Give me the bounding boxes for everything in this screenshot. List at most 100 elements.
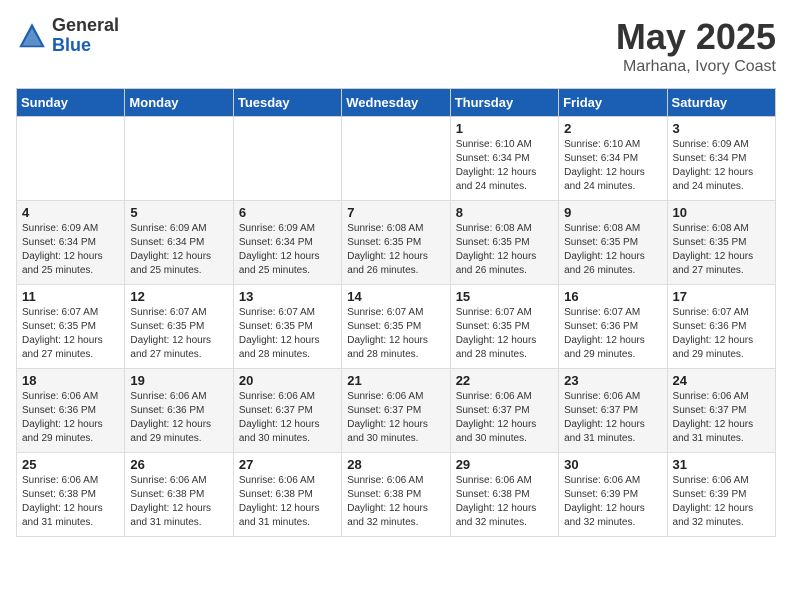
day-number: 21: [347, 373, 444, 388]
calendar-cell: 16Sunrise: 6:07 AM Sunset: 6:36 PM Dayli…: [559, 285, 667, 369]
calendar-cell: 14 Sunrise: 6:07 AM Sunset: 6:35 PM Dayli…: [342, 285, 450, 369]
day-info: Sunrise: 6:07 AM Sunset: 6:35 PM Dayligh…: [130, 306, 227, 362]
calendar-cell: 24Sunrise: 6:06 AM Sunset: 6:37 PM Dayli…: [667, 369, 775, 453]
day-info: Sunrise: 6:09 AM Sunset: 6:34 PM Dayligh…: [239, 222, 336, 278]
day-number: 17: [673, 289, 770, 304]
day-number: 16: [564, 289, 661, 304]
day-number: 30: [564, 457, 661, 472]
calendar-cell: 7 Sunrise: 6:08 AM Sunset: 6:35 PM Daylig…: [342, 201, 450, 285]
weekday-header: Thursday: [450, 89, 558, 117]
weekday-header: Sunday: [17, 89, 125, 117]
day-info: Sunrise: 6:06 AM Sunset: 6:38 PM Dayligh…: [22, 474, 119, 530]
day-info: Sunrise: 6:08 AM Sunset: 6:35 PM Dayligh…: [673, 222, 770, 278]
day-info: Sunrise: 6:07 AM Sunset: 6:35 PM Dayligh…: [456, 306, 553, 362]
day-info: Sunrise: 6:08 AM Sunset: 6:35 PM Dayligh…: [564, 222, 661, 278]
calendar-cell: [125, 117, 233, 201]
calendar-week: 11 Sunrise: 6:07 AM Sunset: 6:35 PM Dayli…: [17, 285, 776, 369]
day-number: 9: [564, 205, 661, 220]
day-info: Sunrise: 6:06 AM Sunset: 6:37 PM Dayligh…: [564, 390, 661, 446]
day-info: Sunrise: 6:06 AM Sunset: 6:36 PM Dayligh…: [130, 390, 227, 446]
calendar-header: SundayMondayTuesdayWednesdayThursdayFrid…: [17, 89, 776, 117]
day-number: 3: [673, 121, 770, 136]
calendar-cell: 21Sunrise: 6:06 AM Sunset: 6:37 PM Dayli…: [342, 369, 450, 453]
logo-text: General Blue: [52, 16, 119, 56]
calendar-cell: 13Sunrise: 6:07 AM Sunset: 6:35 PM Dayli…: [233, 285, 341, 369]
day-info: Sunrise: 6:06 AM Sunset: 6:38 PM Dayligh…: [347, 474, 444, 530]
day-info: Sunrise: 6:08 AM Sunset: 6:35 PM Dayligh…: [347, 222, 444, 278]
month-year: May 2025: [616, 16, 776, 58]
day-number: 29: [456, 457, 553, 472]
calendar-cell: 27 Sunrise: 6:06 AM Sunset: 6:38 PM Dayli…: [233, 453, 341, 537]
calendar-cell: 3 Sunrise: 6:09 AM Sunset: 6:34 PM Daylig…: [667, 117, 775, 201]
calendar-cell: 31 Sunrise: 6:06 AM Sunset: 6:39 PM Dayli…: [667, 453, 775, 537]
day-info: Sunrise: 6:10 AM Sunset: 6:34 PM Dayligh…: [456, 138, 553, 194]
calendar-cell: 5Sunrise: 6:09 AM Sunset: 6:34 PM Daylig…: [125, 201, 233, 285]
calendar-cell: 6 Sunrise: 6:09 AM Sunset: 6:34 PM Daylig…: [233, 201, 341, 285]
day-number: 12: [130, 289, 227, 304]
day-info: Sunrise: 6:09 AM Sunset: 6:34 PM Dayligh…: [22, 222, 119, 278]
day-number: 28: [347, 457, 444, 472]
calendar-cell: 19 Sunrise: 6:06 AM Sunset: 6:36 PM Dayli…: [125, 369, 233, 453]
title-block: May 2025 Marhana, Ivory Coast: [616, 16, 776, 76]
day-info: Sunrise: 6:10 AM Sunset: 6:34 PM Dayligh…: [564, 138, 661, 194]
calendar-cell: [342, 117, 450, 201]
day-number: 2: [564, 121, 661, 136]
weekday-row: SundayMondayTuesdayWednesdayThursdayFrid…: [17, 89, 776, 117]
day-info: Sunrise: 6:06 AM Sunset: 6:37 PM Dayligh…: [239, 390, 336, 446]
day-info: Sunrise: 6:06 AM Sunset: 6:37 PM Dayligh…: [456, 390, 553, 446]
day-number: 19: [130, 373, 227, 388]
calendar-table: SundayMondayTuesdayWednesdayThursdayFrid…: [16, 88, 776, 537]
day-info: Sunrise: 6:09 AM Sunset: 6:34 PM Dayligh…: [673, 138, 770, 194]
calendar-cell: 18 Sunrise: 6:06 AM Sunset: 6:36 PM Dayli…: [17, 369, 125, 453]
weekday-header: Tuesday: [233, 89, 341, 117]
weekday-header: Monday: [125, 89, 233, 117]
day-number: 23: [564, 373, 661, 388]
day-number: 31: [673, 457, 770, 472]
day-number: 10: [673, 205, 770, 220]
calendar-body: 1Sunrise: 6:10 AM Sunset: 6:34 PM Daylig…: [17, 117, 776, 537]
calendar-cell: 9 Sunrise: 6:08 AM Sunset: 6:35 PM Daylig…: [559, 201, 667, 285]
calendar-week: 4Sunrise: 6:09 AM Sunset: 6:34 PM Daylig…: [17, 201, 776, 285]
day-info: Sunrise: 6:06 AM Sunset: 6:39 PM Dayligh…: [564, 474, 661, 530]
day-info: Sunrise: 6:06 AM Sunset: 6:38 PM Dayligh…: [456, 474, 553, 530]
day-info: Sunrise: 6:06 AM Sunset: 6:37 PM Dayligh…: [673, 390, 770, 446]
calendar-cell: 23 Sunrise: 6:06 AM Sunset: 6:37 PM Dayli…: [559, 369, 667, 453]
day-info: Sunrise: 6:06 AM Sunset: 6:36 PM Dayligh…: [22, 390, 119, 446]
day-info: Sunrise: 6:07 AM Sunset: 6:36 PM Dayligh…: [673, 306, 770, 362]
calendar-cell: 8 Sunrise: 6:08 AM Sunset: 6:35 PM Daylig…: [450, 201, 558, 285]
logo: General Blue: [16, 16, 119, 56]
calendar-week: 25Sunrise: 6:06 AM Sunset: 6:38 PM Dayli…: [17, 453, 776, 537]
day-number: 27: [239, 457, 336, 472]
day-number: 6: [239, 205, 336, 220]
calendar-cell: 28 Sunrise: 6:06 AM Sunset: 6:38 PM Dayli…: [342, 453, 450, 537]
calendar-cell: 26Sunrise: 6:06 AM Sunset: 6:38 PM Dayli…: [125, 453, 233, 537]
calendar-cell: [17, 117, 125, 201]
logo-icon: [16, 20, 48, 52]
day-number: 15: [456, 289, 553, 304]
day-number: 14: [347, 289, 444, 304]
location: Marhana, Ivory Coast: [616, 58, 776, 76]
day-number: 8: [456, 205, 553, 220]
calendar-cell: 29 Sunrise: 6:06 AM Sunset: 6:38 PM Dayli…: [450, 453, 558, 537]
day-number: 18: [22, 373, 119, 388]
calendar-cell: 20 Sunrise: 6:06 AM Sunset: 6:37 PM Dayli…: [233, 369, 341, 453]
calendar-cell: 11Sunrise: 6:07 AM Sunset: 6:35 PM Dayli…: [17, 285, 125, 369]
day-number: 5: [130, 205, 227, 220]
calendar-week: 1Sunrise: 6:10 AM Sunset: 6:34 PM Daylig…: [17, 117, 776, 201]
calendar-cell: 4Sunrise: 6:09 AM Sunset: 6:34 PM Daylig…: [17, 201, 125, 285]
calendar-cell: 17 Sunrise: 6:07 AM Sunset: 6:36 PM Dayli…: [667, 285, 775, 369]
day-info: Sunrise: 6:06 AM Sunset: 6:39 PM Dayligh…: [673, 474, 770, 530]
day-info: Sunrise: 6:08 AM Sunset: 6:35 PM Dayligh…: [456, 222, 553, 278]
page-header: General Blue May 2025 Marhana, Ivory Coa…: [16, 16, 776, 76]
day-number: 20: [239, 373, 336, 388]
day-number: 11: [22, 289, 119, 304]
day-info: Sunrise: 6:07 AM Sunset: 6:35 PM Dayligh…: [239, 306, 336, 362]
day-info: Sunrise: 6:06 AM Sunset: 6:38 PM Dayligh…: [239, 474, 336, 530]
day-info: Sunrise: 6:07 AM Sunset: 6:35 PM Dayligh…: [347, 306, 444, 362]
logo-general: General: [52, 16, 119, 36]
day-number: 7: [347, 205, 444, 220]
calendar-cell: 25Sunrise: 6:06 AM Sunset: 6:38 PM Dayli…: [17, 453, 125, 537]
weekday-header: Wednesday: [342, 89, 450, 117]
weekday-header: Friday: [559, 89, 667, 117]
calendar-cell: 2 Sunrise: 6:10 AM Sunset: 6:34 PM Daylig…: [559, 117, 667, 201]
